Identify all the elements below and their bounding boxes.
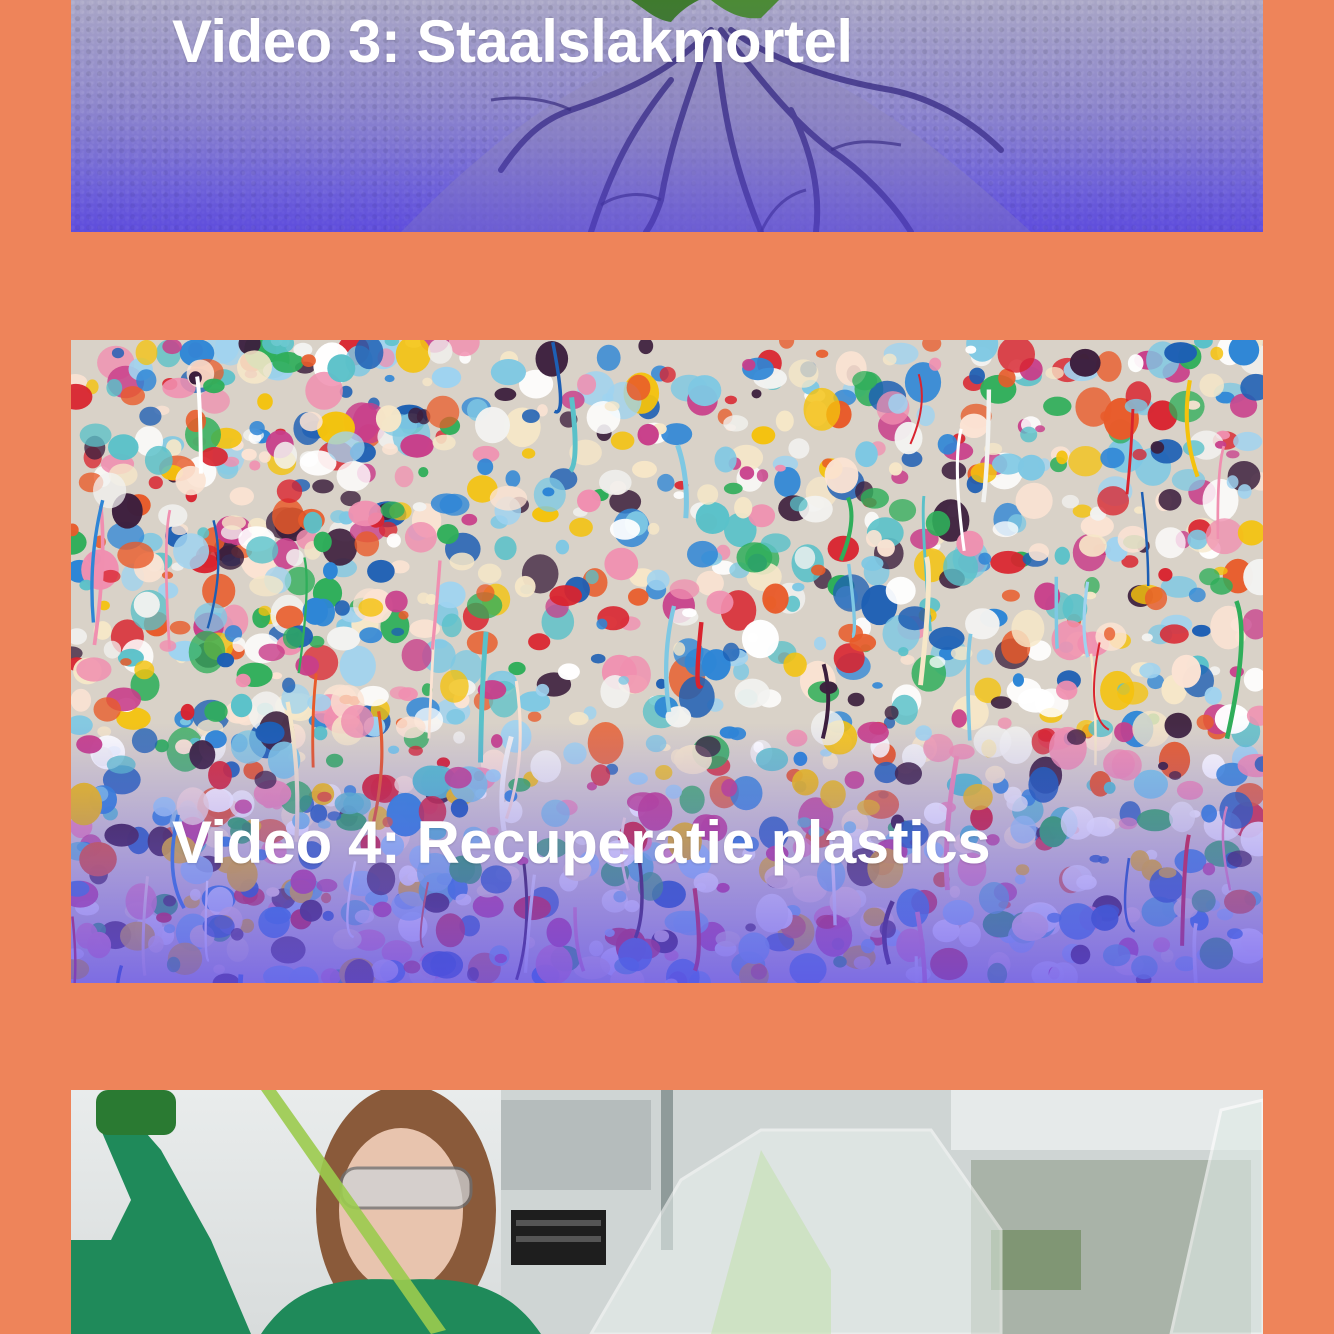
video-title: Video 4: Recuperatie plastics [172, 809, 991, 876]
lab-researcher-pipette-image [71, 1090, 1263, 1334]
video-card-5[interactable] [71, 1090, 1263, 1334]
video-title: Video 3: Staalslakmortel [172, 8, 853, 75]
lab-scene [71, 1090, 1263, 1334]
video-list-page: Video 3: Staalslakmortel Video 4: Recupe… [0, 0, 1334, 1334]
chewing-gum-wall-image [71, 340, 1263, 983]
video-card-3[interactable]: Video 3: Staalslakmortel [71, 0, 1263, 232]
video-card-4[interactable]: Video 4: Recuperatie plastics [71, 340, 1263, 983]
gum-pattern [71, 340, 1263, 983]
